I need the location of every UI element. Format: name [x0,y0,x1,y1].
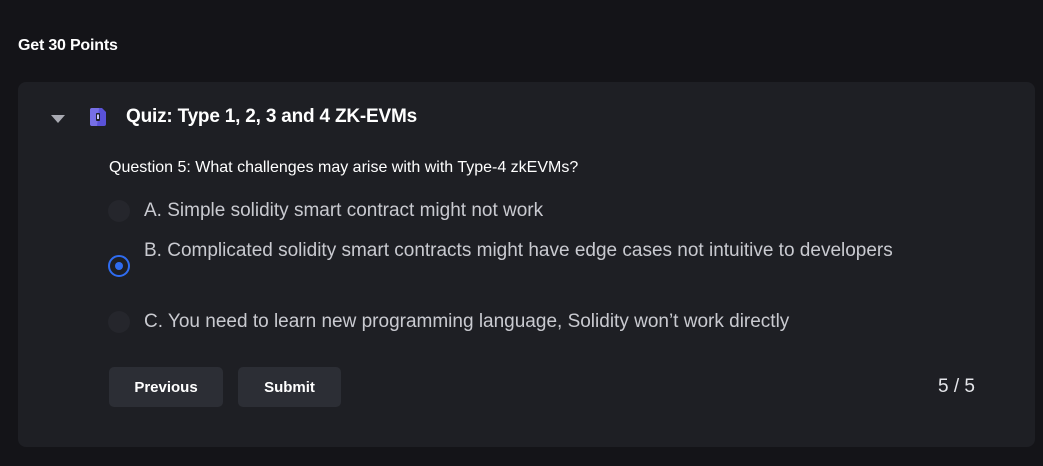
option-c-label: C. You need to learn new programming lan… [144,311,790,332]
previous-button[interactable]: Previous [109,367,223,407]
collapse-caret-icon[interactable] [51,115,65,123]
page: Get 30 Points Quiz: Type 1, 2, 3 and 4 Z… [0,0,1043,466]
question-text: Question 5: What challenges may arise wi… [109,159,579,176]
radio-option-b[interactable] [108,255,130,277]
option-b-label: B. Complicated solidity smart contracts … [144,240,893,261]
quiz-card: Quiz: Type 1, 2, 3 and 4 ZK-EVMs Questio… [18,82,1035,447]
quiz-title[interactable]: Quiz: Type 1, 2, 3 and 4 ZK-EVMs [126,106,417,128]
option-b[interactable]: B. Complicated solidity smart contracts … [108,240,928,277]
option-a[interactable]: A. Simple solidity smart contract might … [108,200,928,226]
question-counter: 5 / 5 [938,376,975,397]
submit-button[interactable]: Submit [238,367,341,407]
option-a-label: A. Simple solidity smart contract might … [144,200,544,221]
option-c[interactable]: C. You need to learn new programming lan… [108,311,928,337]
section-title: Get 30 Points [18,37,118,54]
radio-option-c[interactable] [108,311,130,333]
radio-option-a[interactable] [108,200,130,222]
quiz-badge-icon [90,108,106,126]
